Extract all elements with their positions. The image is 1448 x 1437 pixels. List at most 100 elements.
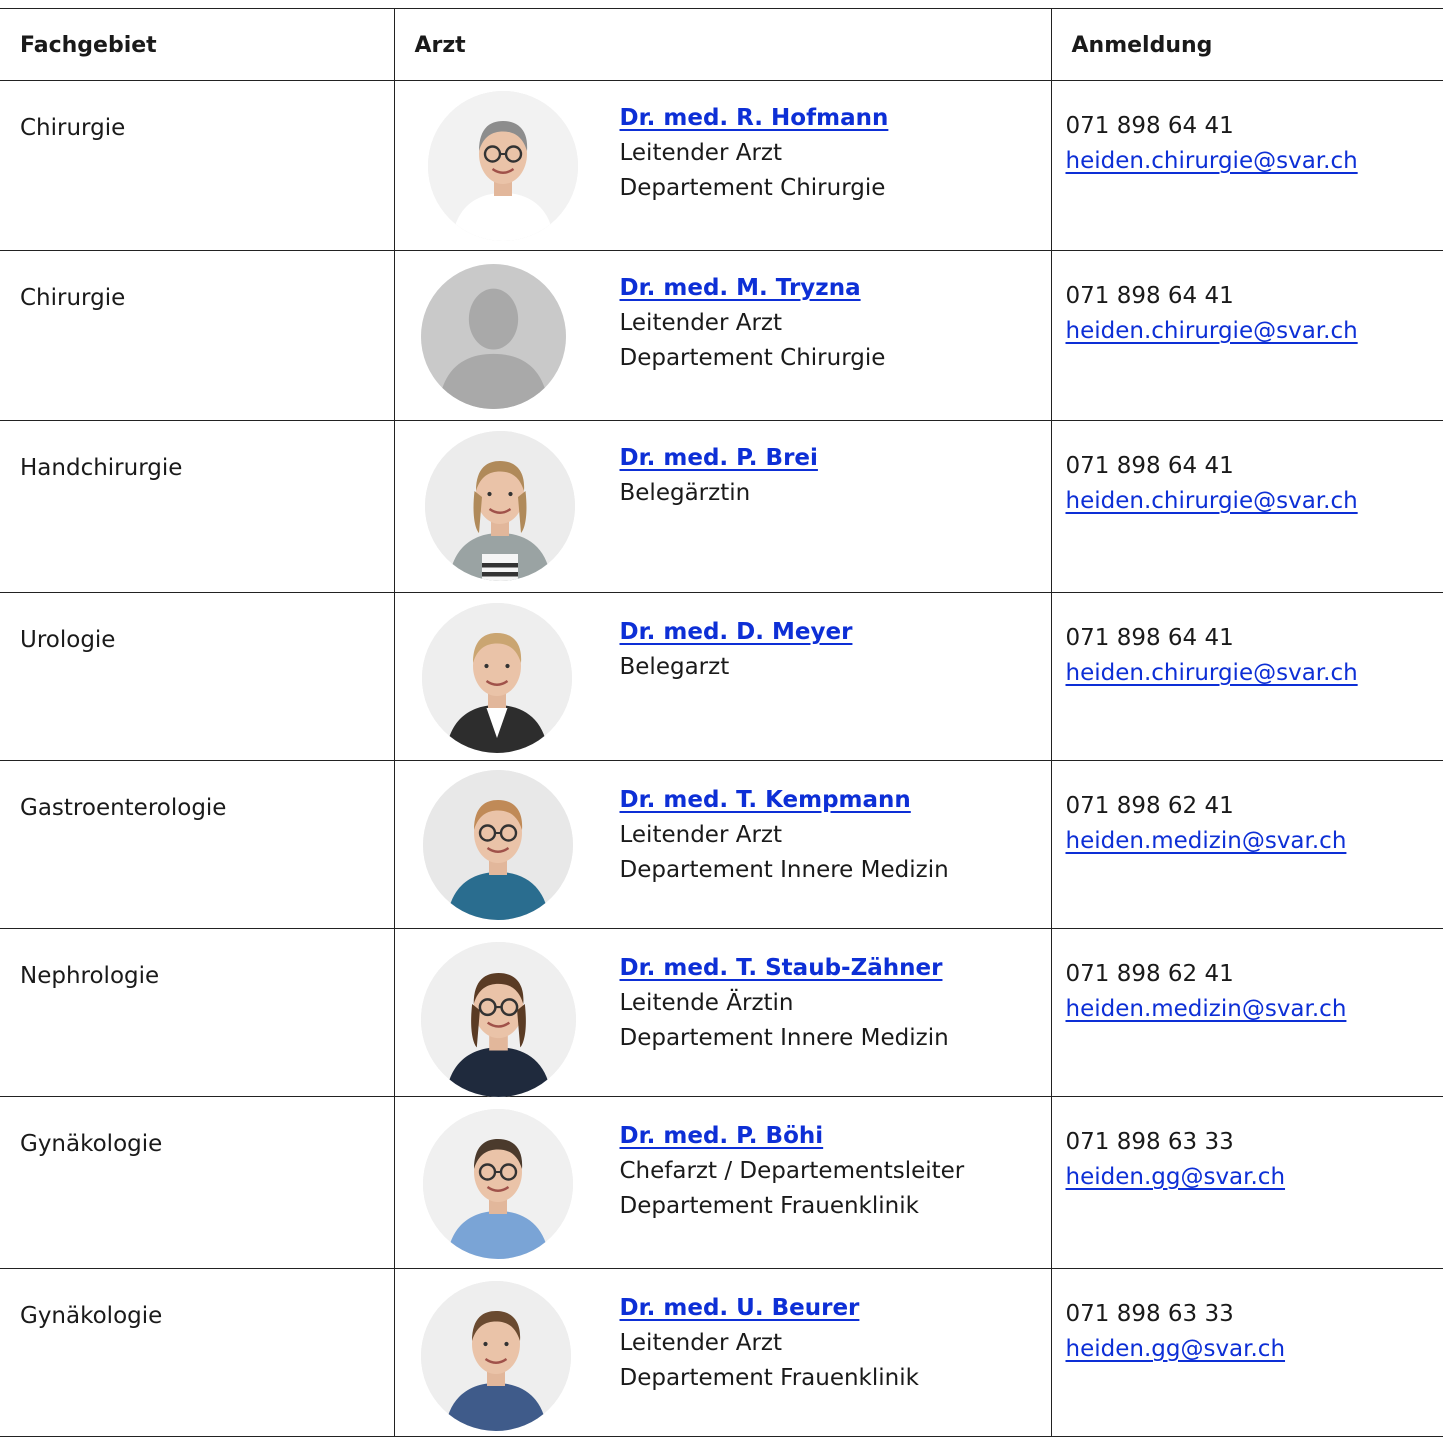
specialty-label: Chirurgie bbox=[20, 115, 126, 141]
doctor-info: Dr. med. P. Böhi Chefarzt / Departementsl… bbox=[620, 1119, 965, 1224]
specialty-label: Gastroenterologie bbox=[20, 795, 227, 821]
doctor-cell: Dr. med. T. Kempmann Leitender Arzt Depart… bbox=[394, 760, 1052, 929]
phone-number: 071 898 64 41 bbox=[1065, 283, 1234, 309]
doctor-cell: Dr. med. P. Böhi Chefarzt / Departementsl… bbox=[394, 1096, 1052, 1269]
phone-number: 071 898 64 41 bbox=[1065, 625, 1234, 651]
email-link[interactable]: heiden.gg@svar.ch bbox=[1066, 1332, 1430, 1367]
email-link[interactable]: heiden.chirurgie@svar.ch bbox=[1066, 656, 1430, 691]
doctor-role: Leitender Arzt bbox=[619, 140, 783, 166]
doctor-cell: Dr. med. U. Beurer Leitender Arzt Departem… bbox=[394, 1268, 1052, 1437]
doctor-department: Departement Chirurgie bbox=[619, 175, 886, 201]
doctor-info: Dr. med. M. Tryzna Leitender Arzt Departem… bbox=[620, 271, 886, 376]
doctor-card: Dr. med. R. Hofmann Leitender Arzt Departe… bbox=[395, 81, 1051, 250]
registration-cell: 071 898 64 41 heiden.chirurgie@svar.ch bbox=[1051, 592, 1443, 761]
doctor-department: Departement Frauenklinik bbox=[619, 1365, 919, 1391]
doctor-department: Departement Innere Medizin bbox=[619, 857, 949, 883]
doctor-role: Chefarzt / Departementsleiter bbox=[619, 1158, 965, 1184]
person-placeholder-icon bbox=[420, 264, 566, 409]
specialty-cell: Nephrologie bbox=[0, 928, 395, 1097]
phone-number: 071 898 64 41 bbox=[1065, 113, 1234, 139]
email-link[interactable]: heiden.chirurgie@svar.ch bbox=[1066, 314, 1430, 349]
table-row: Nephrologie Dr. med. T. Staub-Zähner Leite… bbox=[0, 928, 1443, 1097]
doctor-cell: Dr. med. T. Staub-Zähner Leitende Ärztin D… bbox=[394, 928, 1052, 1097]
email-link[interactable]: heiden.medizin@svar.ch bbox=[1066, 992, 1430, 1027]
photo-man-glasses bbox=[422, 770, 573, 920]
doctor-department: Departement Chirurgie bbox=[619, 345, 886, 371]
header-registration: Anmeldung bbox=[1051, 8, 1443, 81]
doctor-role: Leitender Arzt bbox=[619, 310, 783, 336]
doctor-role: Leitender Arzt bbox=[619, 822, 783, 848]
phone-number: 071 898 63 33 bbox=[1065, 1129, 1234, 1155]
doctor-name-link[interactable]: Dr. med. M. Tryzna bbox=[620, 271, 886, 306]
registration-cell: 071 898 64 41 heiden.chirurgie@svar.ch bbox=[1051, 420, 1443, 593]
doctor-card: Dr. med. D. Meyer Belegarzt bbox=[395, 593, 1051, 760]
doctor-cell: Dr. med. P. Brei Belegärztin bbox=[394, 420, 1052, 593]
doctor-info: Dr. med. T. Staub-Zähner Leitende Ärztin D… bbox=[620, 951, 949, 1056]
doctor-info: Dr. med. T. Kempmann Leitender Arzt Depart… bbox=[620, 783, 949, 888]
header-doctor: Arzt bbox=[394, 8, 1052, 81]
email-link[interactable]: heiden.chirurgie@svar.ch bbox=[1066, 144, 1430, 179]
table-row: Gastroenterologie Dr. med. T. Kempmann Lei… bbox=[0, 760, 1443, 929]
table-row: Gynäkologie Dr. med. U. Beurer Leitender A… bbox=[0, 1268, 1443, 1437]
specialty-cell: Urologie bbox=[0, 592, 395, 761]
specialty-cell: Gynäkologie bbox=[0, 1268, 395, 1437]
doctor-card: Dr. med. M. Tryzna Leitender Arzt Departem… bbox=[395, 251, 1051, 420]
doctor-card: Dr. med. P. Böhi Chefarzt / Departementsl… bbox=[395, 1097, 1051, 1268]
table-row: Chirurgie Dr. med. R. Hofmann Leitender Ar… bbox=[0, 80, 1443, 251]
specialty-cell: Chirurgie bbox=[0, 80, 395, 251]
doctor-name-link[interactable]: Dr. med. U. Beurer bbox=[620, 1291, 919, 1326]
specialty-label: Handchirurgie bbox=[20, 455, 183, 481]
doctor-info: Dr. med. P. Brei Belegärztin bbox=[620, 441, 818, 511]
photo-man-checked-shirt bbox=[420, 1281, 571, 1431]
doctor-card: Dr. med. U. Beurer Leitender Arzt Departem… bbox=[395, 1269, 1051, 1436]
photo-woman-glasses bbox=[420, 942, 576, 1097]
doctor-card: Dr. med. P. Brei Belegärztin bbox=[395, 421, 1051, 592]
registration-cell: 071 898 64 41 heiden.chirurgie@svar.ch bbox=[1051, 80, 1443, 251]
email-link[interactable]: heiden.gg@svar.ch bbox=[1066, 1160, 1430, 1195]
doctor-name-link[interactable]: Dr. med. T. Kempmann bbox=[620, 783, 949, 818]
doctor-card: Dr. med. T. Staub-Zähner Leitende Ärztin D… bbox=[395, 929, 1051, 1097]
doctor-role: Belegarzt bbox=[619, 654, 730, 680]
photo-woman bbox=[424, 431, 575, 581]
doctor-role: Leitende Ärztin bbox=[619, 990, 794, 1016]
doctor-name-link[interactable]: Dr. med. P. Brei bbox=[620, 441, 818, 476]
specialty-label: Gynäkologie bbox=[20, 1303, 163, 1329]
specialty-cell: Handchirurgie bbox=[0, 420, 395, 593]
phone-number: 071 898 64 41 bbox=[1065, 453, 1234, 479]
table-row: Gynäkologie Dr. med. P. Böhi Chefarzt / De… bbox=[0, 1096, 1443, 1269]
registration-cell: 071 898 63 33 heiden.gg@svar.ch bbox=[1051, 1268, 1443, 1437]
phone-number: 071 898 62 41 bbox=[1065, 793, 1234, 819]
header-specialty: Fachgebiet bbox=[0, 8, 395, 81]
doctor-role: Belegärztin bbox=[619, 480, 751, 506]
table-header-row: Fachgebiet Arzt Anmeldung bbox=[0, 8, 1443, 81]
doctor-info: Dr. med. R. Hofmann Leitender Arzt Departe… bbox=[620, 101, 889, 206]
table-row: Urologie Dr. med. D. Meyer Belegarzt 071 89… bbox=[0, 592, 1443, 761]
specialty-cell: Gynäkologie bbox=[0, 1096, 395, 1269]
registration-cell: 071 898 62 41 heiden.medizin@svar.ch bbox=[1051, 760, 1443, 929]
doctor-name-link[interactable]: Dr. med. T. Staub-Zähner bbox=[620, 951, 949, 986]
specialty-label: Urologie bbox=[20, 627, 116, 653]
table-row: Handchirurgie Dr. med. P. Brei Belegärztin… bbox=[0, 420, 1443, 593]
doctor-role: Leitender Arzt bbox=[619, 1330, 783, 1356]
phone-number: 071 898 62 41 bbox=[1065, 961, 1234, 987]
specialty-label: Chirurgie bbox=[20, 285, 126, 311]
photo-man-glasses-blue-shirt bbox=[422, 1109, 573, 1259]
specialty-label: Nephrologie bbox=[20, 963, 160, 989]
doctor-cell: Dr. med. M. Tryzna Leitender Arzt Departem… bbox=[394, 250, 1052, 421]
doctor-info: Dr. med. D. Meyer Belegarzt bbox=[620, 615, 853, 685]
doctor-name-link[interactable]: Dr. med. R. Hofmann bbox=[620, 101, 889, 136]
email-link[interactable]: heiden.medizin@svar.ch bbox=[1066, 824, 1430, 859]
doctor-name-link[interactable]: Dr. med. D. Meyer bbox=[620, 615, 853, 650]
table-row: Chirurgie Dr. med. M. Tryzna Leitender Arz… bbox=[0, 250, 1443, 421]
email-link[interactable]: heiden.chirurgie@svar.ch bbox=[1066, 484, 1430, 519]
doctor-name-link[interactable]: Dr. med. P. Böhi bbox=[620, 1119, 965, 1154]
doctor-department: Departement Innere Medizin bbox=[619, 1025, 949, 1051]
doctors-table: Fachgebiet Arzt Anmeldung Chirurgie Dr. m… bbox=[0, 8, 1443, 1437]
doctor-card: Dr. med. T. Kempmann Leitender Arzt Depart… bbox=[395, 761, 1051, 928]
registration-cell: 071 898 63 33 heiden.gg@svar.ch bbox=[1051, 1096, 1443, 1269]
photo-grey-haired-man-glasses bbox=[427, 91, 578, 241]
doctor-cell: Dr. med. D. Meyer Belegarzt bbox=[394, 592, 1052, 761]
specialty-cell: Gastroenterologie bbox=[0, 760, 395, 929]
photo-man-suit bbox=[421, 603, 572, 753]
phone-number: 071 898 63 33 bbox=[1065, 1301, 1234, 1327]
